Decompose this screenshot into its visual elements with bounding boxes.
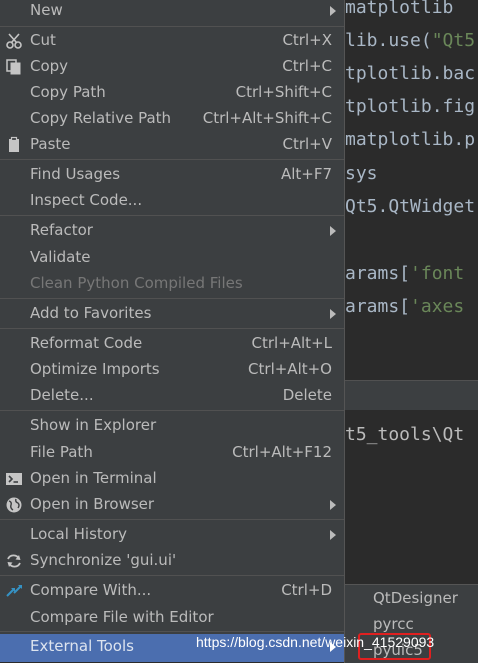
shortcut-text: Ctrl+V: [282, 135, 332, 153]
sync-icon: [7, 554, 21, 568]
menu-item-compare-with[interactable]: Compare With... Ctrl+D: [0, 578, 344, 604]
code-line: tplotlib.fig: [345, 96, 476, 117]
menu-item-open-in-terminal[interactable]: Open in Terminal: [0, 466, 344, 492]
menu-item-label: Open in Terminal: [30, 469, 157, 487]
menu-item-label: Validate: [30, 248, 91, 266]
code-line: matplotlib.p: [345, 129, 476, 150]
scissors-icon: [6, 33, 22, 49]
menu-item-label: New: [30, 1, 63, 19]
menu-item-label: Paste: [30, 135, 71, 153]
menu-item-copy[interactable]: Copy Ctrl+C: [0, 54, 344, 80]
menu-item-label: Cut: [30, 31, 56, 49]
shortcut-text: Ctrl+X: [282, 31, 332, 49]
shortcut-text: Ctrl+Shift+C: [235, 83, 332, 101]
submenu-arrow-icon: [330, 226, 336, 236]
menu-item-file-path[interactable]: File Path Ctrl+Alt+F12: [0, 440, 344, 466]
menu-item-inspect-code[interactable]: Inspect Code...: [0, 188, 344, 214]
menu-item-label: Refactor: [30, 221, 93, 239]
compare-arrows-icon: [6, 585, 22, 597]
menu-separator: [0, 631, 344, 632]
shortcut-text: Ctrl+Alt+Shift+C: [202, 109, 332, 127]
shortcut-text: Ctrl+Alt+O: [248, 360, 332, 378]
submenu-arrow-icon: [330, 500, 336, 510]
menu-item-optimize-imports[interactable]: Optimize Imports Ctrl+Alt+O: [0, 357, 344, 383]
menu-item-cut[interactable]: Cut Ctrl+X: [0, 28, 344, 54]
menu-item-label: Synchronize 'gui.ui': [30, 551, 177, 569]
submenu-arrow-icon: [330, 6, 336, 16]
terminal-icon: [6, 473, 22, 485]
menu-separator: [0, 298, 344, 299]
context-menu: New Cut Ctrl+X Copy Ctrl+C Copy Path Ctr…: [0, 0, 345, 662]
menu-item-delete[interactable]: Delete... Delete: [0, 383, 344, 409]
menu-item-label: Clean Python Compiled Files: [30, 274, 243, 292]
menu-item-find-usages[interactable]: Find Usages Alt+F7: [0, 162, 344, 188]
submenu-item-qtdesigner[interactable]: QtDesigner: [345, 585, 478, 611]
submenu-arrow-icon: [330, 309, 336, 319]
shortcut-text: Alt+F7: [280, 165, 332, 183]
menu-separator: [0, 519, 344, 520]
menu-separator: [0, 159, 344, 160]
shortcut-text: Delete: [282, 386, 332, 404]
menu-item-label: Copy: [30, 57, 69, 75]
menu-separator: [0, 575, 344, 576]
menu-item-label: Copy Relative Path: [30, 109, 172, 127]
menu-item-reformat-code[interactable]: Reformat Code Ctrl+Alt+L: [0, 331, 344, 357]
watermark: https://blog.csdn.net/weixin_41529093: [196, 634, 435, 650]
menu-item-copy-relative-path[interactable]: Copy Relative Path Ctrl+Alt+Shift+C: [0, 106, 344, 132]
menu-item-label: Optimize Imports: [30, 360, 160, 378]
menu-item-copy-path[interactable]: Copy Path Ctrl+Shift+C: [0, 80, 344, 106]
menu-item-label: Compare With...: [30, 581, 152, 599]
code-line: tplotlib.bac: [345, 63, 476, 84]
menu-item-show-in-explorer[interactable]: Show in Explorer: [0, 413, 344, 439]
menu-item-label: Find Usages: [30, 165, 121, 183]
terminal-line: t5_tools\Qt: [345, 424, 465, 445]
menu-item-label: Delete...: [30, 386, 94, 404]
shortcut-text: Ctrl+Alt+L: [251, 334, 333, 352]
menu-item-paste[interactable]: Paste Ctrl+V: [0, 132, 344, 158]
menu-item-label: Inspect Code...: [30, 191, 143, 209]
code-line: arams['font: [345, 263, 465, 284]
submenu-item-label: pyrcc: [373, 615, 414, 633]
menu-item-add-to-favorites[interactable]: Add to Favorites: [0, 301, 344, 327]
menu-item-label: File Path: [30, 443, 93, 461]
shortcut-text: Ctrl+Alt+F12: [232, 443, 332, 461]
code-line: sys: [345, 163, 378, 184]
globe-icon: [6, 497, 22, 513]
menu-item-open-in-browser[interactable]: Open in Browser: [0, 492, 344, 518]
menu-separator: [0, 410, 344, 411]
menu-item-label: Copy Path: [30, 83, 106, 101]
menu-separator: [0, 26, 344, 27]
menu-separator: [0, 215, 344, 216]
menu-item-local-history[interactable]: Local History: [0, 522, 344, 548]
code-line: matplotlib: [345, 0, 454, 18]
menu-item-clean-python-compiled-files: Clean Python Compiled Files: [0, 271, 344, 297]
menu-item-label: Compare File with Editor: [30, 608, 214, 626]
code-line: Qt5.QtWidget: [345, 196, 476, 217]
menu-item-validate[interactable]: Validate: [0, 245, 344, 271]
menu-item-synchronize[interactable]: Synchronize 'gui.ui': [0, 548, 344, 574]
menu-item-refactor[interactable]: Refactor: [0, 218, 344, 244]
copy-icon: [6, 59, 21, 75]
menu-item-label: External Tools: [30, 637, 134, 655]
menu-item-label: Local History: [30, 525, 128, 543]
menu-separator: [0, 328, 344, 329]
code-line: lib.use("Qt5: [345, 30, 476, 51]
menu-item-label: Add to Favorites: [30, 304, 152, 322]
clipboard-icon: [9, 136, 19, 152]
submenu-arrow-icon: [330, 530, 336, 540]
menu-item-label: Reformat Code: [30, 334, 143, 352]
shortcut-text: Ctrl+C: [282, 57, 332, 75]
menu-item-label: Show in Explorer: [30, 416, 157, 434]
menu-item-new[interactable]: New: [0, 0, 344, 24]
menu-item-compare-file-with-editor[interactable]: Compare File with Editor: [0, 605, 344, 631]
shortcut-text: Ctrl+D: [281, 581, 332, 599]
code-line: arams['axes: [345, 296, 465, 317]
menu-item-label: Open in Browser: [30, 495, 155, 513]
submenu-item-label: QtDesigner: [373, 589, 458, 607]
